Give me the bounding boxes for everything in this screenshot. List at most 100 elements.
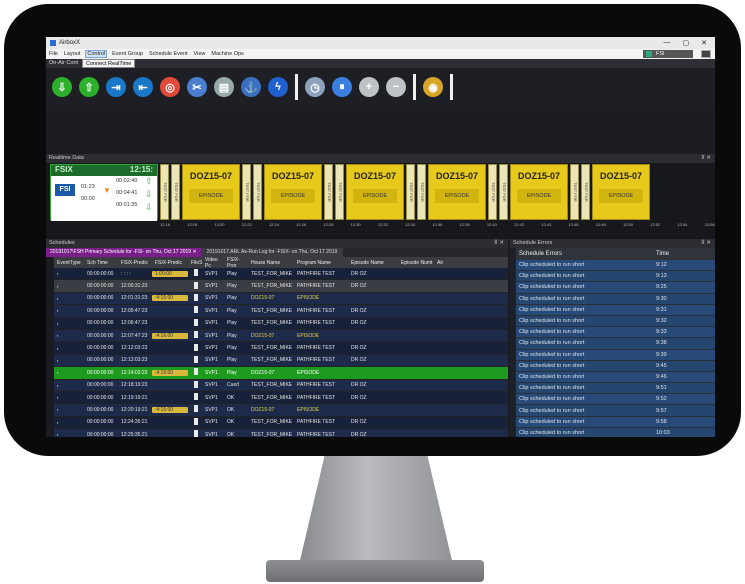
table-row[interactable]: ▪ 00:00:00:00 12:25:35:21 SVP1 OK TEST_FOR_MI… [54, 429, 508, 437]
menu-schedule-event[interactable]: Schedule Event [149, 51, 188, 57]
error-row[interactable]: Clip scheduled to run short 9:32 [516, 315, 715, 328]
globe-icon[interactable]: ◉ [423, 77, 443, 97]
episode-event-block[interactable]: DOZ15-07 EPISODE [428, 164, 486, 220]
table-row[interactable]: ▪ 00:00:00:00 12:20:19:21:4:16:00 SVP1 OK DOZ… [54, 404, 508, 417]
table-row[interactable]: ▪ 00:00:00:00 12:01:31:23:4:16:00 SVP1 Play D… [54, 292, 508, 306]
tab-primary-schedule[interactable]: 20191017\FSH Primary Schedule for -FSI- … [46, 248, 201, 257]
promo-event-block[interactable]: TEST FOR [499, 164, 508, 220]
pause-icon[interactable]: ⏸ [332, 77, 352, 97]
close-button[interactable]: ✕ [701, 39, 707, 47]
menu-control[interactable]: Control [85, 50, 108, 58]
connect-realtime-menu-item[interactable]: Connect RealTime [82, 59, 136, 68]
column-header[interactable]: FSIX-Pror [224, 257, 248, 269]
table-row[interactable]: ▪ 00:00:00:00 12:24:35:21 SVP1 OK TEST_FOR_MI… [54, 416, 508, 430]
column-header[interactable]: FSIX-Predic [152, 260, 188, 266]
promo-event-block[interactable]: TEST FOR [324, 164, 333, 220]
error-row[interactable]: Clip scheduled to run short 9:31 [516, 304, 715, 316]
table-row[interactable]: ▪ 00:00:00:00 12:12:03:23 SVP1 Play TEST_FOR_… [54, 342, 508, 355]
error-row[interactable]: Clip scheduled to run short 9:45 [516, 360, 715, 372]
table-cell: SVP1 [205, 283, 218, 290]
column-header[interactable]: Sch Time [84, 260, 118, 266]
promo-event-block[interactable]: TEST FOR [488, 164, 497, 220]
promo-event-block[interactable]: TEST FOR [570, 164, 579, 220]
promo-event-block[interactable]: TEST FOR [417, 164, 426, 220]
error-row[interactable]: Clip scheduled to run short 9:25 [516, 282, 715, 294]
error-row[interactable]: Clip scheduled to run short 9:38 [516, 338, 715, 350]
maximize-button[interactable]: ▢ [683, 39, 690, 47]
table-row[interactable]: ▪ 00:00:00:00 12:06:47:23 SVP1 Play TEST_FOR_… [54, 317, 508, 330]
error-row[interactable]: Clip scheduled to run short 9:57 [516, 405, 715, 417]
episode-event-block[interactable]: DOZ15-07 EPISODE [182, 164, 240, 220]
table-cell: DR OZ [351, 419, 367, 426]
clear-list-icon[interactable]: ▤ [214, 77, 234, 97]
error-row[interactable]: Clip scheduled to run short 9:52 [516, 394, 715, 406]
error-row[interactable]: Clip scheduled to run short 9:30 [516, 293, 715, 305]
error-row[interactable]: Clip scheduled to run short 9:58 [516, 416, 715, 428]
pin-icon[interactable]: ⊼ ✕ [701, 239, 711, 248]
table-cell: DR OZ [351, 394, 367, 401]
table-row[interactable]: ▪ 00:00:00:00 12:19:19:21 SVP1 OK TEST_FOR_MI… [54, 391, 508, 405]
episode-event-block[interactable]: DOZ15-07 EPISODE [346, 164, 404, 220]
column-header[interactable]: House Name [248, 260, 294, 266]
column-header[interactable]: Program Name [294, 260, 348, 266]
column-header[interactable]: Video Pc [202, 257, 224, 269]
bolt-icon[interactable]: ϟ [268, 77, 288, 97]
promo-event-block[interactable]: TEST FOR [160, 164, 169, 220]
table-row[interactable]: ▪ 00:00:00:00 12:00:31:23 SVP1 Play TEST_FOR_… [54, 280, 508, 293]
channel-dropdown-button[interactable] [701, 50, 711, 58]
error-row[interactable]: Clip scheduled to run short 9:13 [516, 271, 715, 283]
clock-icon[interactable]: ◷ [305, 77, 325, 97]
episode-event-block[interactable]: DOZ15-07 EPISODE [264, 164, 322, 220]
episode-event-block[interactable]: DOZ15-07 EPISODE [510, 164, 568, 220]
error-row[interactable]: Clip scheduled to run short 9:51 [516, 383, 715, 395]
menu-layout[interactable]: Layout [64, 51, 81, 57]
table-row[interactable]: ▪ 00:00:00:00: : : : 1:00:00 SVP1 Play TEST_F… [54, 268, 508, 281]
column-header[interactable]: Episode Name [348, 260, 398, 266]
promo-event-block[interactable]: TEST FOR [242, 164, 251, 220]
promo-event-block[interactable]: TEST FOR [335, 164, 344, 220]
column-header[interactable]: FileS [188, 260, 202, 266]
channel-selector[interactable]: FSI [643, 50, 693, 58]
error-row[interactable]: Clip scheduled to run short 9:46 [516, 371, 715, 384]
episode-event-block[interactable]: DOZ15-07 EPISODE [592, 164, 650, 220]
minus-icon[interactable]: − [386, 77, 406, 97]
col-schedule-errors[interactable]: Schedule Errors [516, 251, 656, 257]
cut-icon[interactable]: ✂ [187, 77, 207, 97]
promo-event-block[interactable]: TEST FOR [253, 164, 262, 220]
skip-alt-icon[interactable]: ⇤ [133, 77, 153, 97]
table-cell: DOZ15-07 [251, 406, 275, 413]
menu-event-group[interactable]: Event Group [112, 51, 143, 57]
file-status-cell [188, 281, 202, 291]
down-arrow-icon[interactable]: ⇩ [52, 77, 72, 97]
skip-icon[interactable]: ⇥ [106, 77, 126, 97]
error-row[interactable]: Clip scheduled to run short 9:33 [516, 327, 715, 339]
promo-event-block[interactable]: TEST FOR [406, 164, 415, 220]
menu-view[interactable]: View [194, 51, 206, 57]
pin-icon[interactable]: ⊼ ✕ [701, 154, 711, 163]
column-header[interactable]: Air [434, 260, 444, 266]
lifebuoy-icon[interactable]: ◎ [160, 77, 180, 97]
column-header[interactable]: Episode Numt [398, 260, 434, 266]
promo-event-block[interactable]: TEST FOR [171, 164, 180, 220]
table-row[interactable]: ▪ 00:00:00:00 12:18:19:23 SVP1 Cued TEST_FOR_… [54, 379, 508, 392]
error-message: Clip scheduled to run short [519, 396, 585, 403]
promo-event-block[interactable]: TEST FOR [581, 164, 590, 220]
event-timeline[interactable]: TEST FOR TEST FOR DOZ15-07 EPISODE TEST FOR T… [160, 164, 715, 220]
up-arrow-icon[interactable]: ⇧ [79, 77, 99, 97]
menu-machine-ops[interactable]: Machine Ops [211, 51, 243, 57]
anchor-icon[interactable]: ⚓ [241, 77, 261, 97]
table-row[interactable]: ▪ 00:00:00:00 12:13:03:23 SVP1 Play TEST_FOR_… [54, 354, 508, 368]
error-row[interactable]: Clip scheduled to run short 10:03 [516, 427, 715, 437]
table-row[interactable]: ▪ 00:00:00:00 12:05:47:23 SVP1 Play TEST_FOR_… [54, 305, 508, 318]
pin-icon[interactable]: ⊼ ✕ [494, 239, 504, 248]
table-row[interactable]: ▪ 00:00:00:00 12:07:47:23:4:16:00 SVP1 Play D… [54, 329, 508, 343]
column-header[interactable]: FSIX-Predic [118, 260, 152, 266]
table-row[interactable]: ▪ 00:00:00:00 12:14:03:23:4:16:00 SVP1 Play D… [54, 367, 508, 380]
plus-icon[interactable]: + [359, 77, 379, 97]
error-row[interactable]: Clip scheduled to run short 9:39 [516, 349, 715, 361]
column-header[interactable]: EventType [54, 260, 84, 266]
menu-file[interactable]: File [49, 51, 58, 57]
col-time[interactable]: Time [656, 251, 696, 257]
minimize-button[interactable]: — [664, 39, 671, 47]
error-row[interactable]: Clip scheduled to run short 9:12 [516, 260, 715, 272]
